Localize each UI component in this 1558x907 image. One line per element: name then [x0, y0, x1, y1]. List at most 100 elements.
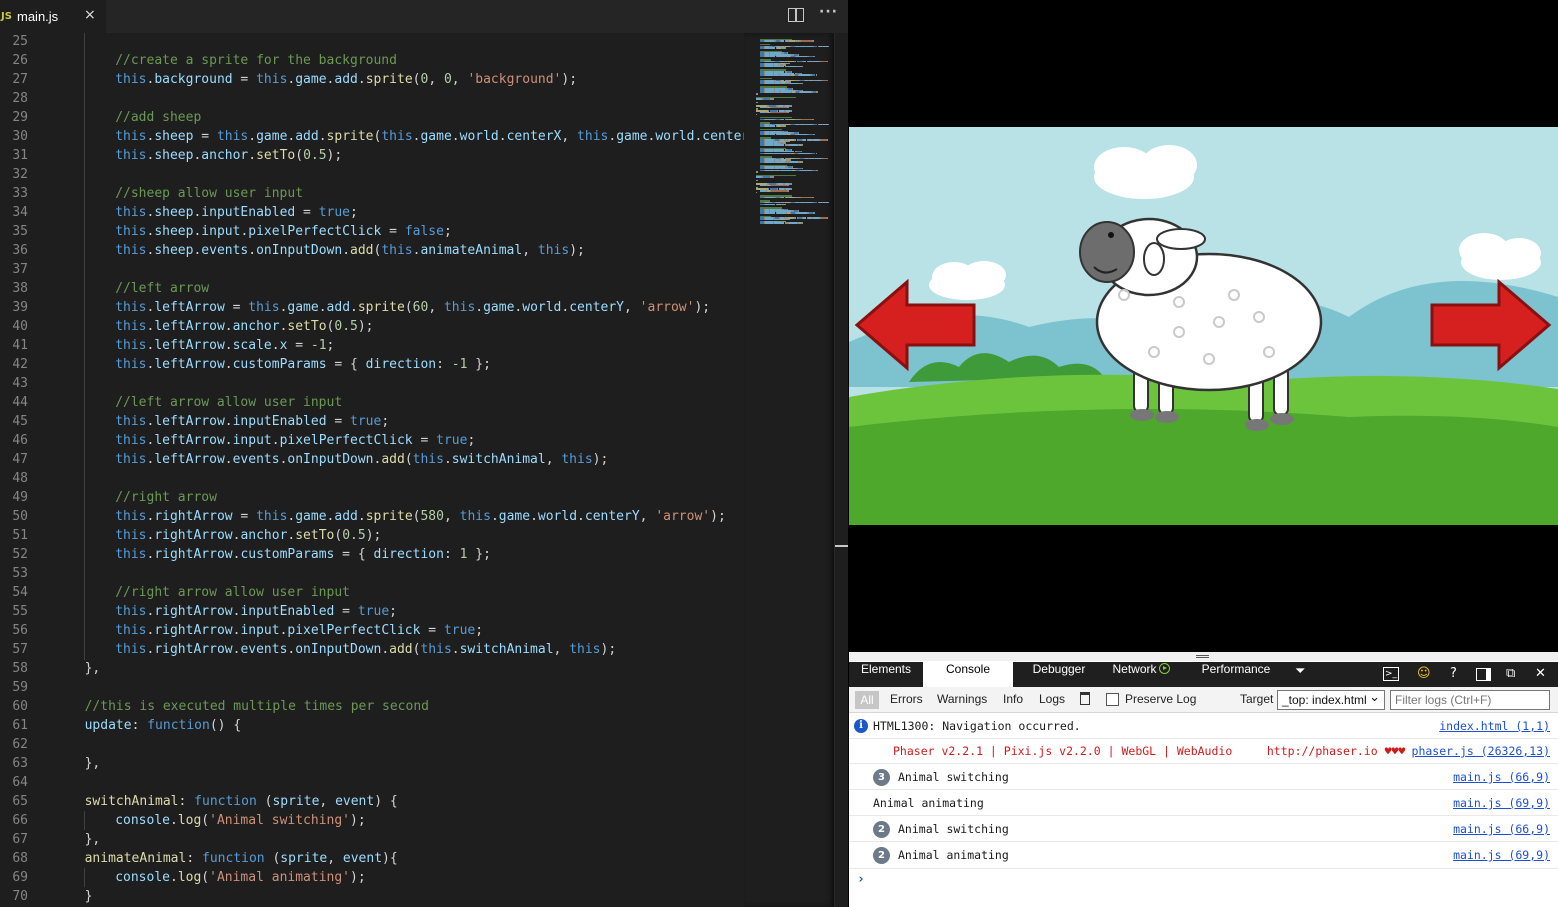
- code-line[interactable]: switchAnimal: function (sprite, event) {: [85, 792, 398, 811]
- code-line[interactable]: this.leftArrow.customParams = { directio…: [115, 355, 491, 374]
- line-number: 26: [12, 53, 28, 68]
- tab-elements[interactable]: Elements: [849, 662, 923, 687]
- minimap-line: [812, 133, 815, 136]
- code-token: .: [357, 72, 366, 87]
- code-line[interactable]: this.sheep = this.game.add.sprite(this.g…: [115, 127, 745, 146]
- code-line[interactable]: this.rightArrow = this.game.add.sprite(5…: [115, 507, 726, 526]
- filter-info[interactable]: Info: [1003, 692, 1023, 706]
- code-line[interactable]: console.log('Animal animating');: [115, 868, 365, 887]
- code-line[interactable]: this.sheep.events.onInputDown.add(this.a…: [115, 241, 585, 260]
- code-line[interactable]: this.rightArrow.events.onInputDown.add(t…: [115, 640, 616, 659]
- feedback-smiley-icon[interactable]: ☺: [1417, 666, 1431, 681]
- code-line[interactable]: console.log('Animal switching');: [115, 811, 365, 830]
- filter-all[interactable]: All: [855, 691, 879, 709]
- minimap[interactable]: [744, 33, 834, 907]
- code-line[interactable]: //left arrow: [115, 279, 209, 298]
- code-token: this: [115, 205, 147, 220]
- tab-debugger[interactable]: Debugger: [1019, 662, 1099, 687]
- code-token: sprite: [365, 509, 413, 524]
- source-link[interactable]: main.js (66,9): [1453, 822, 1550, 836]
- split-editor-icon[interactable]: [788, 8, 804, 22]
- code-line[interactable]: }: [85, 887, 93, 906]
- code-token: anchor: [201, 148, 249, 163]
- game-canvas[interactable]: [849, 127, 1558, 525]
- code-line[interactable]: this.background = this.game.add.sprite(0…: [115, 70, 577, 89]
- tab-console[interactable]: Console: [923, 662, 1013, 687]
- scroll-thumb[interactable]: [835, 545, 848, 547]
- editor-tab-main-js[interactable]: JS main.js ×: [0, 0, 106, 33]
- code-line[interactable]: //right arrow allow user input: [115, 583, 350, 602]
- code-line[interactable]: //left arrow allow user input: [115, 393, 342, 412]
- source-link[interactable]: main.js (66,9): [1453, 770, 1550, 784]
- code-line[interactable]: },: [85, 659, 101, 678]
- minimap-line: [801, 196, 812, 199]
- cloud-1: [1094, 145, 1197, 199]
- console-prompt[interactable]: ›: [857, 872, 865, 887]
- clear-console-icon[interactable]: [1080, 692, 1090, 705]
- code-line[interactable]: this.leftArrow.events.onInputDown.add(th…: [115, 450, 608, 469]
- source-link[interactable]: index.html (1,1): [1439, 719, 1550, 733]
- code-token: 580: [420, 509, 444, 524]
- code-line[interactable]: this.rightArrow.input.pixelPerfectClick …: [115, 621, 483, 640]
- source-link[interactable]: phaser.js (26326,13): [1412, 744, 1550, 758]
- code-line[interactable]: this.rightArrow.customParams = { directi…: [115, 545, 491, 564]
- code-line[interactable]: this.leftArrow.input.pixelPerfectClick =…: [115, 431, 475, 450]
- code-line[interactable]: this.sheep.inputEnabled = true;: [115, 203, 358, 222]
- code-token: false: [404, 224, 444, 239]
- code-area[interactable]: 25 26 //create a sprite for the background…: [0, 33, 745, 907]
- code-line[interactable]: this.sheep.input.pixelPerfectClick = fal…: [115, 222, 452, 241]
- code-token: );: [569, 243, 585, 258]
- editor-scrollbar[interactable]: [834, 33, 848, 907]
- code-token: = {: [326, 357, 366, 372]
- close-icon[interactable]: ×: [84, 7, 96, 23]
- tab-network[interactable]: Network: [1103, 662, 1179, 687]
- message-text: Animal switching: [898, 770, 1009, 784]
- code-line[interactable]: this.rightArrow.inputEnabled = true;: [115, 602, 397, 621]
- code-line[interactable]: },: [85, 754, 101, 773]
- filter-warnings[interactable]: Warnings: [937, 692, 987, 706]
- resize-handle[interactable]: [849, 652, 1558, 661]
- code-line[interactable]: this.leftArrow.inputEnabled = true;: [115, 412, 389, 431]
- tab-performance[interactable]: Performance: [1191, 662, 1281, 687]
- code-token: rightArrow: [154, 509, 233, 524]
- code-token: log: [177, 813, 202, 828]
- code-line[interactable]: //right arrow: [115, 488, 217, 507]
- dock-icon[interactable]: [1476, 668, 1491, 681]
- code-token: .: [443, 452, 452, 467]
- undock-icon[interactable]: ⧉: [1506, 666, 1515, 681]
- code-token: console: [115, 870, 170, 885]
- more-actions-icon[interactable]: ···: [819, 4, 838, 20]
- source-link[interactable]: main.js (69,9): [1453, 796, 1550, 810]
- target-select[interactable]: _top: index.html: [1277, 688, 1385, 710]
- filter-errors[interactable]: Errors: [890, 692, 923, 706]
- code-line[interactable]: this.rightArrow.anchor.setTo(0.5);: [115, 526, 381, 545]
- code-line[interactable]: //this is executed multiple times per se…: [85, 697, 429, 716]
- code-line[interactable]: animateAnimal: function (sprite, event){: [85, 849, 398, 868]
- preserve-log-checkbox[interactable]: [1106, 693, 1119, 706]
- help-icon[interactable]: ?: [1450, 666, 1457, 681]
- code-token: inputEnabled: [201, 205, 296, 220]
- code-line[interactable]: //create a sprite for the background: [115, 51, 397, 70]
- code-line[interactable]: },: [85, 830, 101, 849]
- filter-logs[interactable]: Logs: [1039, 692, 1065, 706]
- code-token: pixelPerfectClick: [279, 433, 413, 448]
- code-line[interactable]: this.leftArrow.anchor.setTo(0.5);: [115, 317, 373, 336]
- source-link[interactable]: main.js (69,9): [1453, 848, 1550, 862]
- code-line[interactable]: //sheep allow user input: [115, 184, 303, 203]
- code-token: }: [84, 889, 93, 904]
- code-line[interactable]: this.sheep.anchor.setTo(0.5);: [115, 146, 342, 165]
- more-tabs-icon[interactable]: ⏷: [1295, 664, 1305, 679]
- line-number: 36: [12, 243, 28, 258]
- code-line[interactable]: this.leftArrow.scale.x = -1;: [115, 336, 334, 355]
- code-token: =: [381, 224, 405, 239]
- code-line[interactable]: //add sheep: [115, 108, 201, 127]
- line-number: 59: [12, 680, 28, 695]
- code-line[interactable]: this.leftArrow = this.game.add.sprite(60…: [115, 298, 710, 317]
- code-line[interactable]: update: function() {: [85, 716, 242, 735]
- minimap-line: [764, 91, 774, 93]
- code-token: //right arrow: [115, 490, 217, 505]
- filter-logs-input[interactable]: [1390, 690, 1550, 710]
- close-icon[interactable]: ✕: [1535, 666, 1546, 681]
- execute-script-icon[interactable]: >_: [1383, 667, 1399, 681]
- code-editor[interactable]: JS main.js × ··· 25 26 //create a sprite f…: [0, 0, 848, 907]
